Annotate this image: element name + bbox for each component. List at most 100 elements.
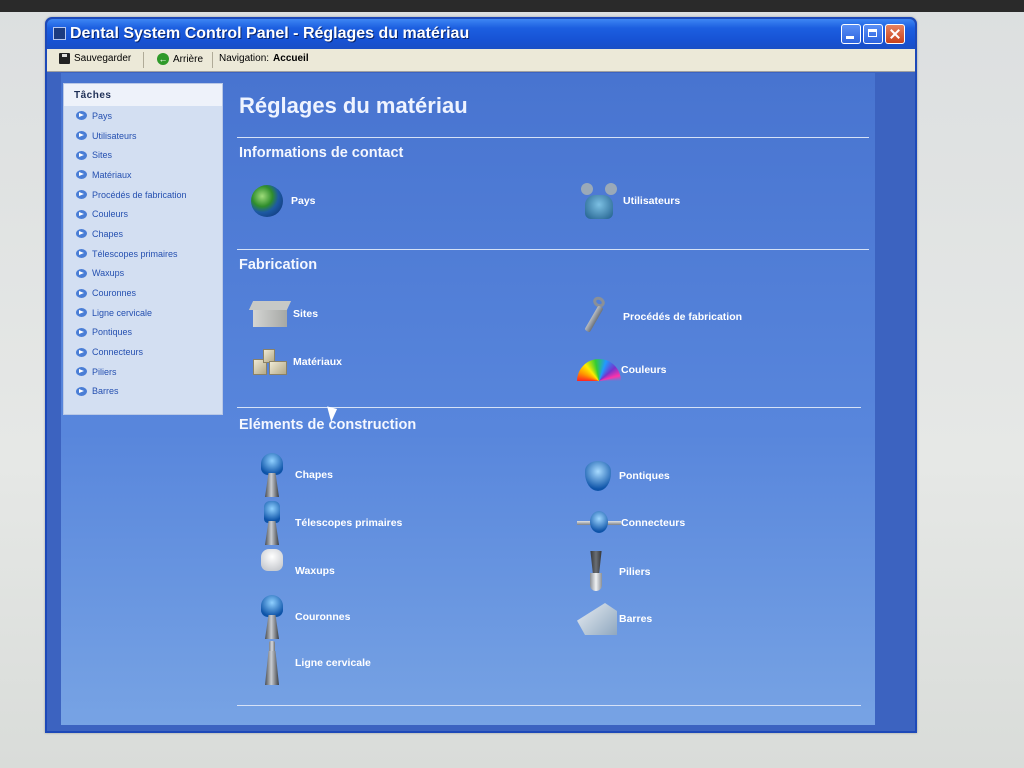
minimize-button[interactable] [841, 24, 861, 44]
task-item-chapes[interactable]: Chapes [64, 224, 222, 244]
item-telescopes[interactable]: Télescopes primaires [259, 501, 402, 545]
divider [237, 705, 861, 706]
task-label: Piliers [92, 366, 117, 377]
tasks-panel: Tâches Pays Utilisateurs Sites Matériaux… [63, 83, 223, 415]
building-icon [248, 301, 292, 327]
task-item-pays[interactable]: Pays [64, 106, 222, 126]
arrow-icon [76, 288, 87, 298]
item-barres[interactable]: Barres [577, 603, 652, 635]
arrow-icon [76, 386, 87, 396]
abutment-icon [585, 551, 607, 593]
section-title-fabrication: Fabrication [239, 257, 318, 273]
telescope-crown-icon [259, 501, 285, 545]
arrow-icon [76, 347, 87, 357]
item-couronnes[interactable]: Couronnes [259, 595, 350, 639]
arrow-icon [76, 268, 87, 278]
item-label: Couleurs [621, 364, 667, 376]
item-label: Barres [619, 613, 653, 625]
item-label: Pontiques [619, 470, 670, 482]
item-label: Connecteurs [621, 517, 686, 529]
item-waxups[interactable]: Waxups [259, 549, 335, 593]
item-connecteurs[interactable]: Connecteurs [577, 511, 685, 535]
task-label: Utilisateurs [92, 130, 137, 141]
task-item-procedes[interactable]: Procédés de fabrication [64, 185, 222, 205]
bar-icon [577, 603, 617, 635]
task-item-sites[interactable]: Sites [64, 145, 222, 165]
save-button[interactable]: Sauvegarder [59, 53, 131, 64]
task-label: Chapes [92, 228, 124, 239]
toolbar-separator [212, 52, 213, 68]
users-icon [579, 181, 619, 221]
arrow-icon [76, 249, 87, 259]
navigation-breadcrumb: Navigation: Accueil [219, 53, 309, 64]
section-title-contact: Informations de contact [239, 145, 404, 161]
task-list: Pays Utilisateurs Sites Matériaux Procéd… [64, 106, 222, 401]
item-sites[interactable]: Sites [248, 301, 319, 327]
task-item-couronnes[interactable]: Couronnes [64, 283, 222, 303]
item-label: Ligne cervicale [295, 657, 371, 669]
task-label: Couronnes [92, 288, 137, 299]
arrow-icon [76, 131, 87, 141]
floppy-icon [59, 53, 70, 64]
item-label: Matériaux [293, 356, 343, 368]
task-item-ligne[interactable]: Ligne cervicale [64, 303, 222, 323]
task-label: Sites [92, 150, 113, 161]
item-label: Pays [291, 195, 316, 207]
task-label: Ligne cervicale [92, 307, 153, 318]
item-pays[interactable]: Pays [251, 185, 316, 217]
item-label: Procédés de fabrication [623, 311, 743, 323]
arrow-icon [76, 190, 87, 200]
title-bar[interactable]: Dental System Control Panel - Réglages d… [47, 19, 915, 49]
task-item-connecteurs[interactable]: Connecteurs [64, 342, 222, 362]
task-item-piliers[interactable]: Piliers [64, 362, 222, 382]
item-couleurs[interactable]: Couleurs [577, 359, 667, 381]
arrow-icon [76, 327, 87, 337]
item-procedes[interactable]: Procédés de fabrication [581, 294, 743, 337]
waxup-icon [259, 549, 285, 593]
task-label: Couleurs [92, 209, 129, 220]
arrow-icon [76, 170, 87, 180]
connector-icon [577, 511, 621, 535]
task-item-telescopes[interactable]: Télescopes primaires [64, 244, 222, 264]
page-title: Réglages du matériau [239, 93, 468, 118]
item-materiaux[interactable]: Matériaux [251, 347, 342, 377]
item-label: Télescopes primaires [295, 517, 403, 529]
task-item-utilisateurs[interactable]: Utilisateurs [64, 126, 222, 146]
item-label: Utilisateurs [623, 195, 681, 207]
item-piliers[interactable]: Piliers [585, 551, 651, 593]
item-label: Sites [293, 308, 319, 320]
item-ligne[interactable]: Ligne cervicale [259, 641, 371, 685]
task-label: Matériaux [92, 169, 132, 180]
task-label: Barres [92, 386, 119, 397]
item-label: Chapes [295, 469, 333, 481]
item-label: Couronnes [295, 611, 351, 623]
item-chapes[interactable]: Chapes [259, 453, 333, 497]
task-item-waxups[interactable]: Waxups [64, 264, 222, 284]
task-label: Procédés de fabrication [92, 189, 187, 200]
boxes-icon [251, 347, 289, 377]
maximize-button[interactable] [863, 24, 883, 44]
task-label: Pays [92, 110, 113, 121]
content-area: Tâches Pays Utilisateurs Sites Matériaux… [61, 73, 875, 725]
coping-icon [259, 453, 285, 497]
task-label: Waxups [92, 268, 125, 279]
close-button[interactable] [885, 24, 905, 44]
back-button[interactable]: ← Arrière [157, 53, 203, 65]
item-utilisateurs[interactable]: Utilisateurs [579, 181, 680, 221]
arrow-icon [76, 367, 87, 377]
task-label: Pontiques [92, 327, 133, 338]
arrow-icon [76, 209, 87, 219]
section-title-elements: Eléments de construction [239, 417, 417, 433]
toolbar-separator [143, 52, 144, 68]
color-fan-icon [577, 359, 621, 381]
task-item-barres[interactable]: Barres [64, 382, 222, 402]
wrench-icon [581, 294, 607, 337]
item-pontiques[interactable]: Pontiques [585, 461, 670, 491]
arrow-icon [76, 150, 87, 160]
task-item-pontiques[interactable]: Pontiques [64, 323, 222, 343]
nav-value[interactable]: Accueil [273, 53, 309, 64]
divider [237, 137, 869, 138]
arrow-icon [76, 229, 87, 239]
task-item-couleurs[interactable]: Couleurs [64, 204, 222, 224]
task-item-materiaux[interactable]: Matériaux [64, 165, 222, 185]
